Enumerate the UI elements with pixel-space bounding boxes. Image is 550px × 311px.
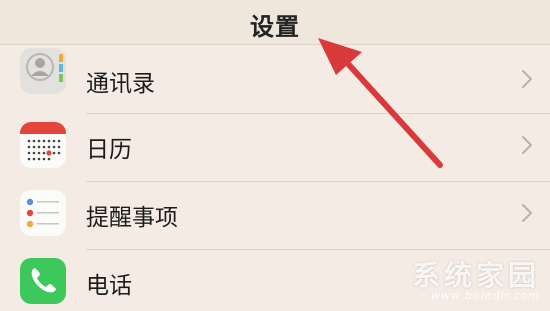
watermark-url: www.boledir.com [431, 289, 540, 302]
page-title: 设置 [250, 13, 300, 41]
settings-row-contacts[interactable]: 通讯录 [0, 44, 550, 114]
navigation-bar: 设置 [0, 0, 550, 45]
row-label: 电话 [86, 273, 132, 299]
settings-row-calendar[interactable]: 日历 [0, 114, 550, 182]
calendar-icon [20, 122, 66, 168]
row-label: 提醒事项 [86, 205, 178, 231]
chevron-right-icon [522, 136, 532, 154]
row-label: 通讯录 [86, 71, 155, 97]
chevron-right-icon [522, 70, 532, 88]
contacts-icon [20, 48, 66, 94]
settings-row-reminders[interactable]: 提醒事项 [0, 182, 550, 250]
row-label: 日历 [86, 137, 132, 163]
chevron-right-icon [522, 204, 532, 222]
watermark-title: 系统家园 [411, 259, 540, 292]
phone-icon [20, 258, 66, 304]
watermark: 系统家园 www.boledir.com [360, 261, 540, 307]
reminders-icon [20, 190, 66, 236]
settings-screen: 设置 通讯录 日历 提醒事项 电话 系统家园 www.boledir.com [0, 0, 550, 311]
